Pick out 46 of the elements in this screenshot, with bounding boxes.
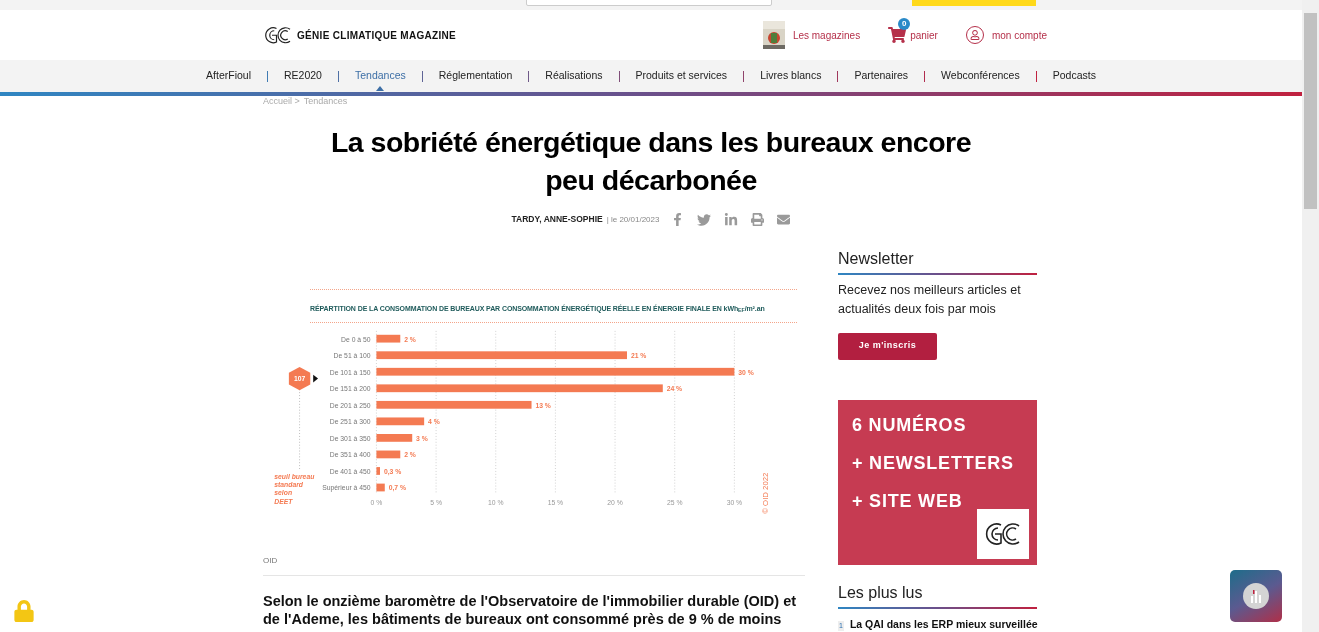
article-link[interactable]: La QAI dans les ERP mieux surveillée [849,616,1038,632]
nav-tab[interactable]: Produits et services [635,68,728,84]
promo-banner[interactable]: 6 NUMÉROS + NEWSLETTERS + SITE WEB [838,399,1037,565]
nav-tab[interactable]: AfterFioul [206,68,251,84]
nav-tab[interactable]: Podcasts [1052,68,1096,84]
publish-date: | le 20/01/2023 [606,213,660,226]
bar [376,483,385,491]
subscribe-button[interactable]: Je m'inscris [838,332,937,360]
pointer-icon [313,374,319,382]
nav-tab[interactable]: Partenaires [854,68,909,84]
bar [376,466,380,475]
magazines-link[interactable]: Les magazines [792,27,861,43]
scrollbar[interactable] [1302,0,1319,632]
bar [376,450,401,458]
bar [376,433,413,442]
promo-text: + SITE WEB [852,489,964,512]
print-icon[interactable] [751,213,765,226]
cart-link[interactable]: panier [910,27,938,43]
nav-tab[interactable]: Livres blancs [760,68,822,84]
newsletter-text: Recevez nos meilleurs articles et actualités deux fois par mois [838,281,1022,318]
promo-text: + NEWSLETTERS [852,451,1015,474]
nav-tab[interactable]: Réalisations [545,68,603,84]
chart-icon [1243,583,1269,609]
nav-tab[interactable]: Webconférences [941,68,1020,84]
nav-tab[interactable]: RE2020 [284,68,322,84]
nav-tab[interactable]: Réglementation [438,68,513,84]
account-link[interactable]: mon compte [991,27,1047,43]
lock-icon[interactable] [13,600,35,622]
section-heading: Newsletter [838,248,915,269]
copyright-text: © OID 2022 [761,472,771,514]
article-lead: Selon le onzième baromètre de l'Observatoire de l'immobilier durable (OID) et de l'Ademe, les bâtiments de bureaux ont consommé près de 9 % de moins [263,591,798,628]
author-name: TARDY, ANNE-SOPHIE [511,213,603,226]
figure-caption: OID [263,554,279,567]
mail-icon[interactable] [777,213,791,226]
bar [376,334,401,343]
accessibility-widget[interactable] [1230,570,1282,622]
bar [376,416,425,425]
linkedin-icon[interactable] [724,212,739,227]
cart-count-badge: 0 [898,18,911,30]
section-heading: Les plus lus [838,582,924,603]
breadcrumb-current: Tendances [303,95,348,108]
promo-text: 6 NUMÉROS [852,413,968,436]
twitter-icon[interactable] [697,212,712,227]
article-title: La sobriété énergétique dans les bureaux encore peu décarbonée [329,124,973,198]
brand-name[interactable]: GÉNIE CLIMATIQUE MAGAZINE [297,27,456,43]
cart-icon[interactable] [888,26,907,44]
